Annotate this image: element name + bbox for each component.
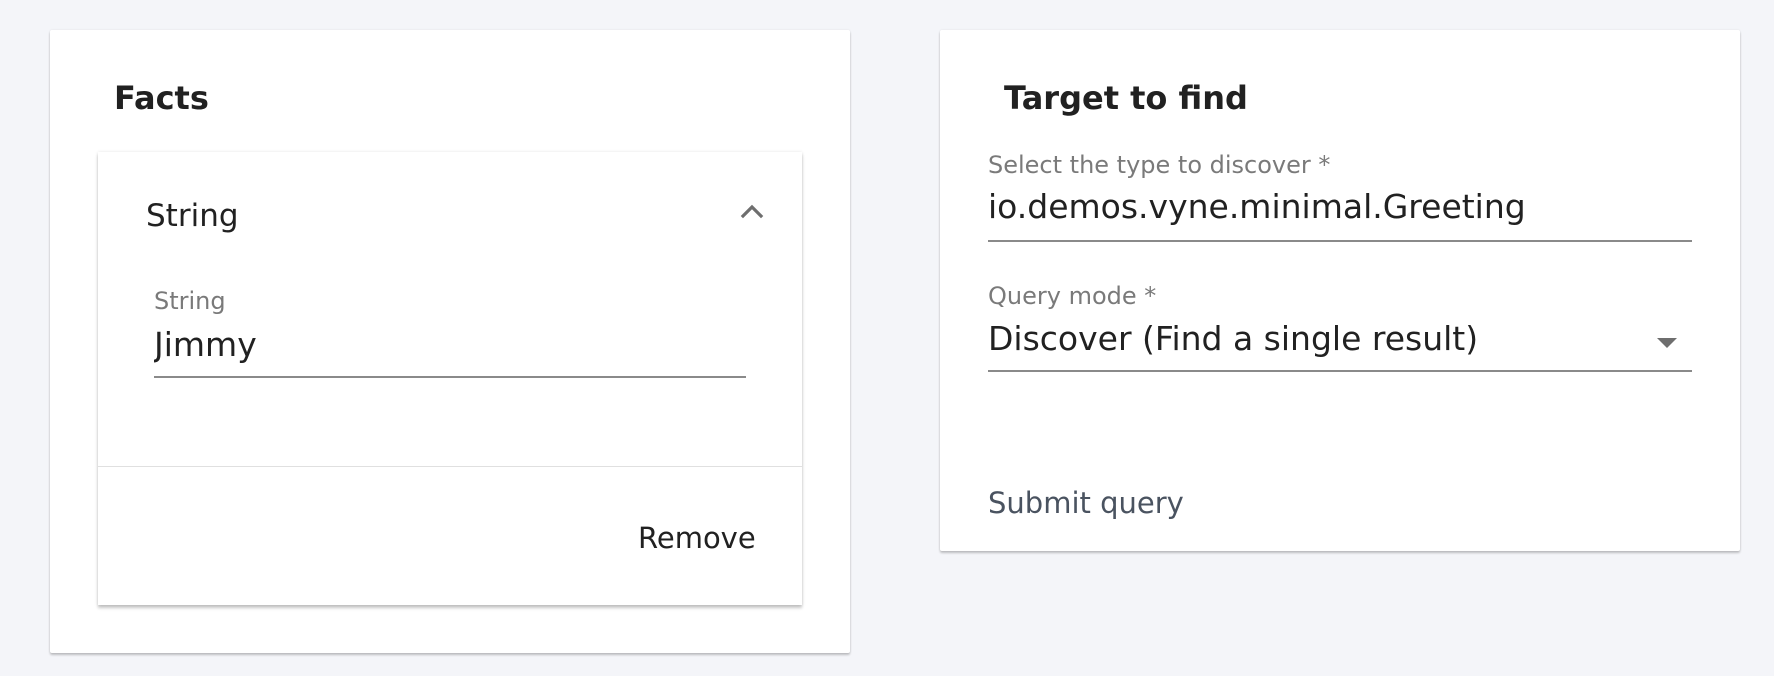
panel-divider: [98, 466, 802, 467]
fact-panel-title: String: [146, 198, 239, 234]
chevron-up-icon[interactable]: [736, 196, 768, 228]
fact-expansion-panel: String String Remove: [98, 152, 802, 605]
type-field-underline: [988, 240, 1692, 242]
facts-title: Facts: [114, 79, 209, 117]
remove-fact-button[interactable]: Remove: [628, 514, 766, 562]
type-to-discover-input[interactable]: [988, 186, 1688, 228]
submit-query-button[interactable]: Submit query: [978, 478, 1194, 528]
type-field-label: Select the type to discover *: [988, 151, 1331, 179]
caret-down-icon[interactable]: [1655, 335, 1679, 349]
fact-field-underline: [154, 376, 746, 378]
fact-field-label: String: [154, 287, 226, 315]
target-card: Target to find Select the type to discov…: [940, 30, 1740, 551]
query-mode-value: Discover (Find a single result): [988, 319, 1479, 358]
query-mode-underline: [988, 370, 1692, 372]
target-title: Target to find: [1004, 79, 1248, 117]
query-mode-label: Query mode *: [988, 282, 1157, 310]
facts-card: Facts String String Remove: [50, 30, 850, 653]
fact-value-input[interactable]: [154, 324, 744, 366]
